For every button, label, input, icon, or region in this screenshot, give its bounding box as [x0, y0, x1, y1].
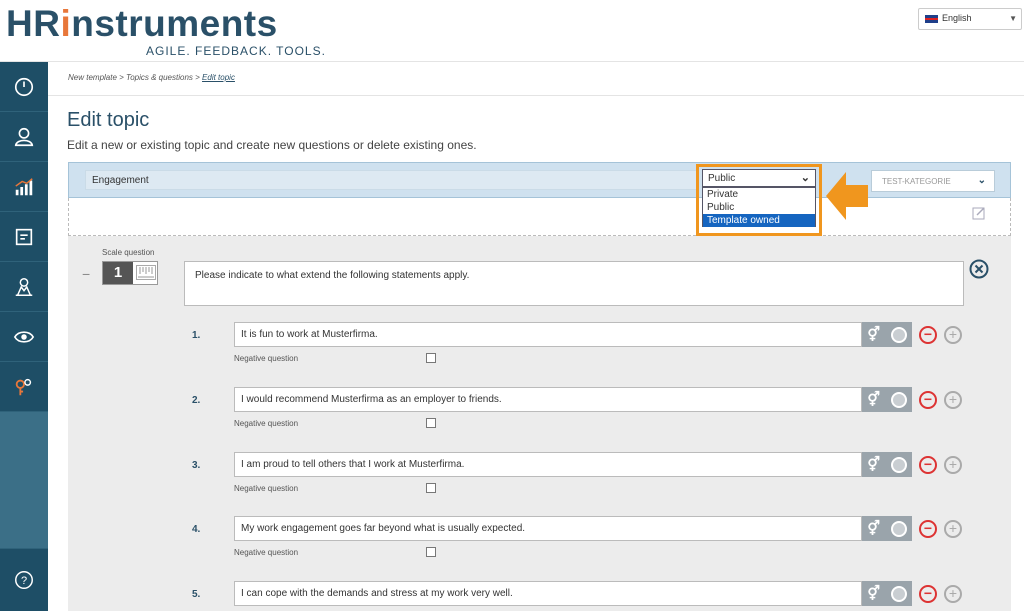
person-icon[interactable] [890, 456, 907, 473]
person-icon[interactable] [890, 585, 907, 602]
dashboard-icon [14, 77, 34, 96]
question-number: 1 [103, 262, 133, 284]
chevron-down-icon: ⌄ [977, 175, 986, 186]
uk-flag-icon [925, 14, 938, 23]
key-icon [15, 378, 32, 395]
remove-item-icon[interactable]: − [919, 326, 937, 344]
page-title: Edit topic [67, 109, 150, 131]
sidebar-item-documents[interactable] [0, 212, 48, 262]
visibility-option-private[interactable]: Private [703, 188, 815, 201]
add-item-icon[interactable]: + [944, 456, 962, 474]
language-label: English [942, 13, 972, 23]
negative-question-label: Negative question [234, 354, 299, 363]
item-number: 5. [192, 589, 201, 600]
item-actions: ⚥ [862, 387, 912, 412]
user-icon [14, 127, 34, 146]
item-number: 4. [192, 524, 201, 535]
add-item-icon[interactable]: + [944, 326, 962, 344]
category-label: TEST-KATEGORIE [882, 177, 951, 186]
annotation-arrow-icon [826, 170, 870, 227]
question-number-badge: 1 [102, 261, 158, 285]
negative-question-label: Negative question [234, 548, 299, 557]
negative-question-checkbox[interactable] [426, 547, 436, 557]
person-icon[interactable] [890, 326, 907, 343]
remove-item-icon[interactable]: − [919, 585, 937, 603]
document-icon [15, 228, 33, 245]
negative-question-checkbox[interactable] [426, 418, 436, 428]
breadcrumb-item-template[interactable]: New template [68, 73, 117, 82]
sidebar: ? [0, 62, 48, 611]
item-text-input[interactable]: I can cope with the demands and stress a… [234, 581, 862, 606]
add-item-icon[interactable]: + [944, 520, 962, 538]
visibility-option-template-owned[interactable]: Template owned [703, 214, 815, 227]
item-text-input[interactable]: I would recommend Musterfirma as an empl… [234, 387, 862, 412]
negative-question-checkbox[interactable] [426, 483, 436, 493]
visibility-selected-label: Public [708, 173, 736, 184]
item-text-input[interactable]: My work engagement goes far beyond what … [234, 516, 862, 541]
add-item-icon[interactable]: + [944, 585, 962, 603]
item-actions: ⚥ [862, 516, 912, 541]
item-text-input[interactable]: It is fun to work at Musterfirma. [234, 322, 862, 347]
visibility-dropdown: Private Public Template owned [702, 187, 816, 227]
chevron-down-icon: ▼ [1009, 14, 1017, 23]
sidebar-item-dashboard[interactable] [0, 62, 48, 112]
person-icon[interactable] [890, 391, 907, 408]
help-icon: ? [15, 571, 33, 589]
remove-item-icon[interactable]: − [919, 391, 937, 409]
person-icon[interactable] [890, 520, 907, 537]
item-number: 3. [192, 460, 201, 471]
item-number: 1. [192, 330, 201, 341]
chevron-down-icon: ⌄ [800, 172, 810, 184]
logo-tagline: AGILE. FEEDBACK. TOOLS. [146, 44, 326, 58]
eye-icon [13, 330, 35, 343]
gender-icon[interactable]: ⚥ [867, 326, 880, 343]
breadcrumb: New template > Topics & questions > Edit… [68, 73, 235, 82]
item-actions: ⚥ [862, 581, 912, 606]
gender-icon[interactable]: ⚥ [867, 391, 880, 408]
item-number: 2. [192, 395, 201, 406]
edit-icon[interactable] [972, 206, 986, 225]
item-actions: ⚥ [862, 322, 912, 347]
sidebar-item-users[interactable] [0, 112, 48, 162]
delete-question-icon[interactable] [968, 258, 990, 285]
sidebar-item-charts[interactable] [0, 162, 48, 212]
language-select[interactable]: English ▼ [918, 8, 1022, 30]
remove-item-icon[interactable]: − [919, 520, 937, 538]
divider [48, 95, 1024, 96]
breadcrumb-item-topics[interactable]: Topics & questions [126, 73, 193, 82]
visibility-select[interactable]: Public ⌄ [702, 169, 816, 187]
scale-icon [136, 265, 156, 280]
logo[interactable]: HRinstruments AGILE. FEEDBACK. TOOLS. [6, 3, 325, 59]
sidebar-item-help[interactable]: ? [0, 548, 48, 611]
sidebar-item-team[interactable] [0, 262, 48, 312]
negative-question-label: Negative question [234, 419, 299, 428]
negative-question-label: Negative question [234, 484, 299, 493]
svg-text:?: ? [21, 575, 27, 587]
visibility-option-public[interactable]: Public [703, 201, 815, 214]
topic-name-input[interactable]: Engagement [85, 170, 697, 190]
collapse-icon[interactable]: − [82, 266, 90, 282]
remove-item-icon[interactable]: − [919, 456, 937, 474]
chart-icon [15, 177, 33, 195]
sidebar-item-keys[interactable] [0, 362, 48, 412]
breadcrumb-item-current[interactable]: Edit topic [202, 73, 235, 82]
gender-icon[interactable]: ⚥ [867, 456, 880, 473]
page-subtitle: Edit a new or existing topic and create … [67, 138, 477, 152]
negative-question-checkbox[interactable] [426, 353, 436, 363]
gender-icon[interactable]: ⚥ [867, 585, 880, 602]
header: HRinstruments AGILE. FEEDBACK. TOOLS. En… [0, 0, 1024, 62]
add-item-icon[interactable]: + [944, 391, 962, 409]
team-icon [15, 277, 33, 296]
item-text-input[interactable]: I am proud to tell others that I work at… [234, 452, 862, 477]
question-text-area[interactable]: Please indicate to what extend the follo… [184, 261, 964, 306]
logo-text: HRinstruments [6, 3, 278, 44]
category-select[interactable]: TEST-KATEGORIE ⌄ [871, 170, 995, 192]
sidebar-item-preview[interactable] [0, 312, 48, 362]
sidebar-spacer [0, 412, 48, 548]
question-type-label: Scale question [102, 248, 155, 257]
item-actions: ⚥ [862, 452, 912, 477]
gender-icon[interactable]: ⚥ [867, 520, 880, 537]
